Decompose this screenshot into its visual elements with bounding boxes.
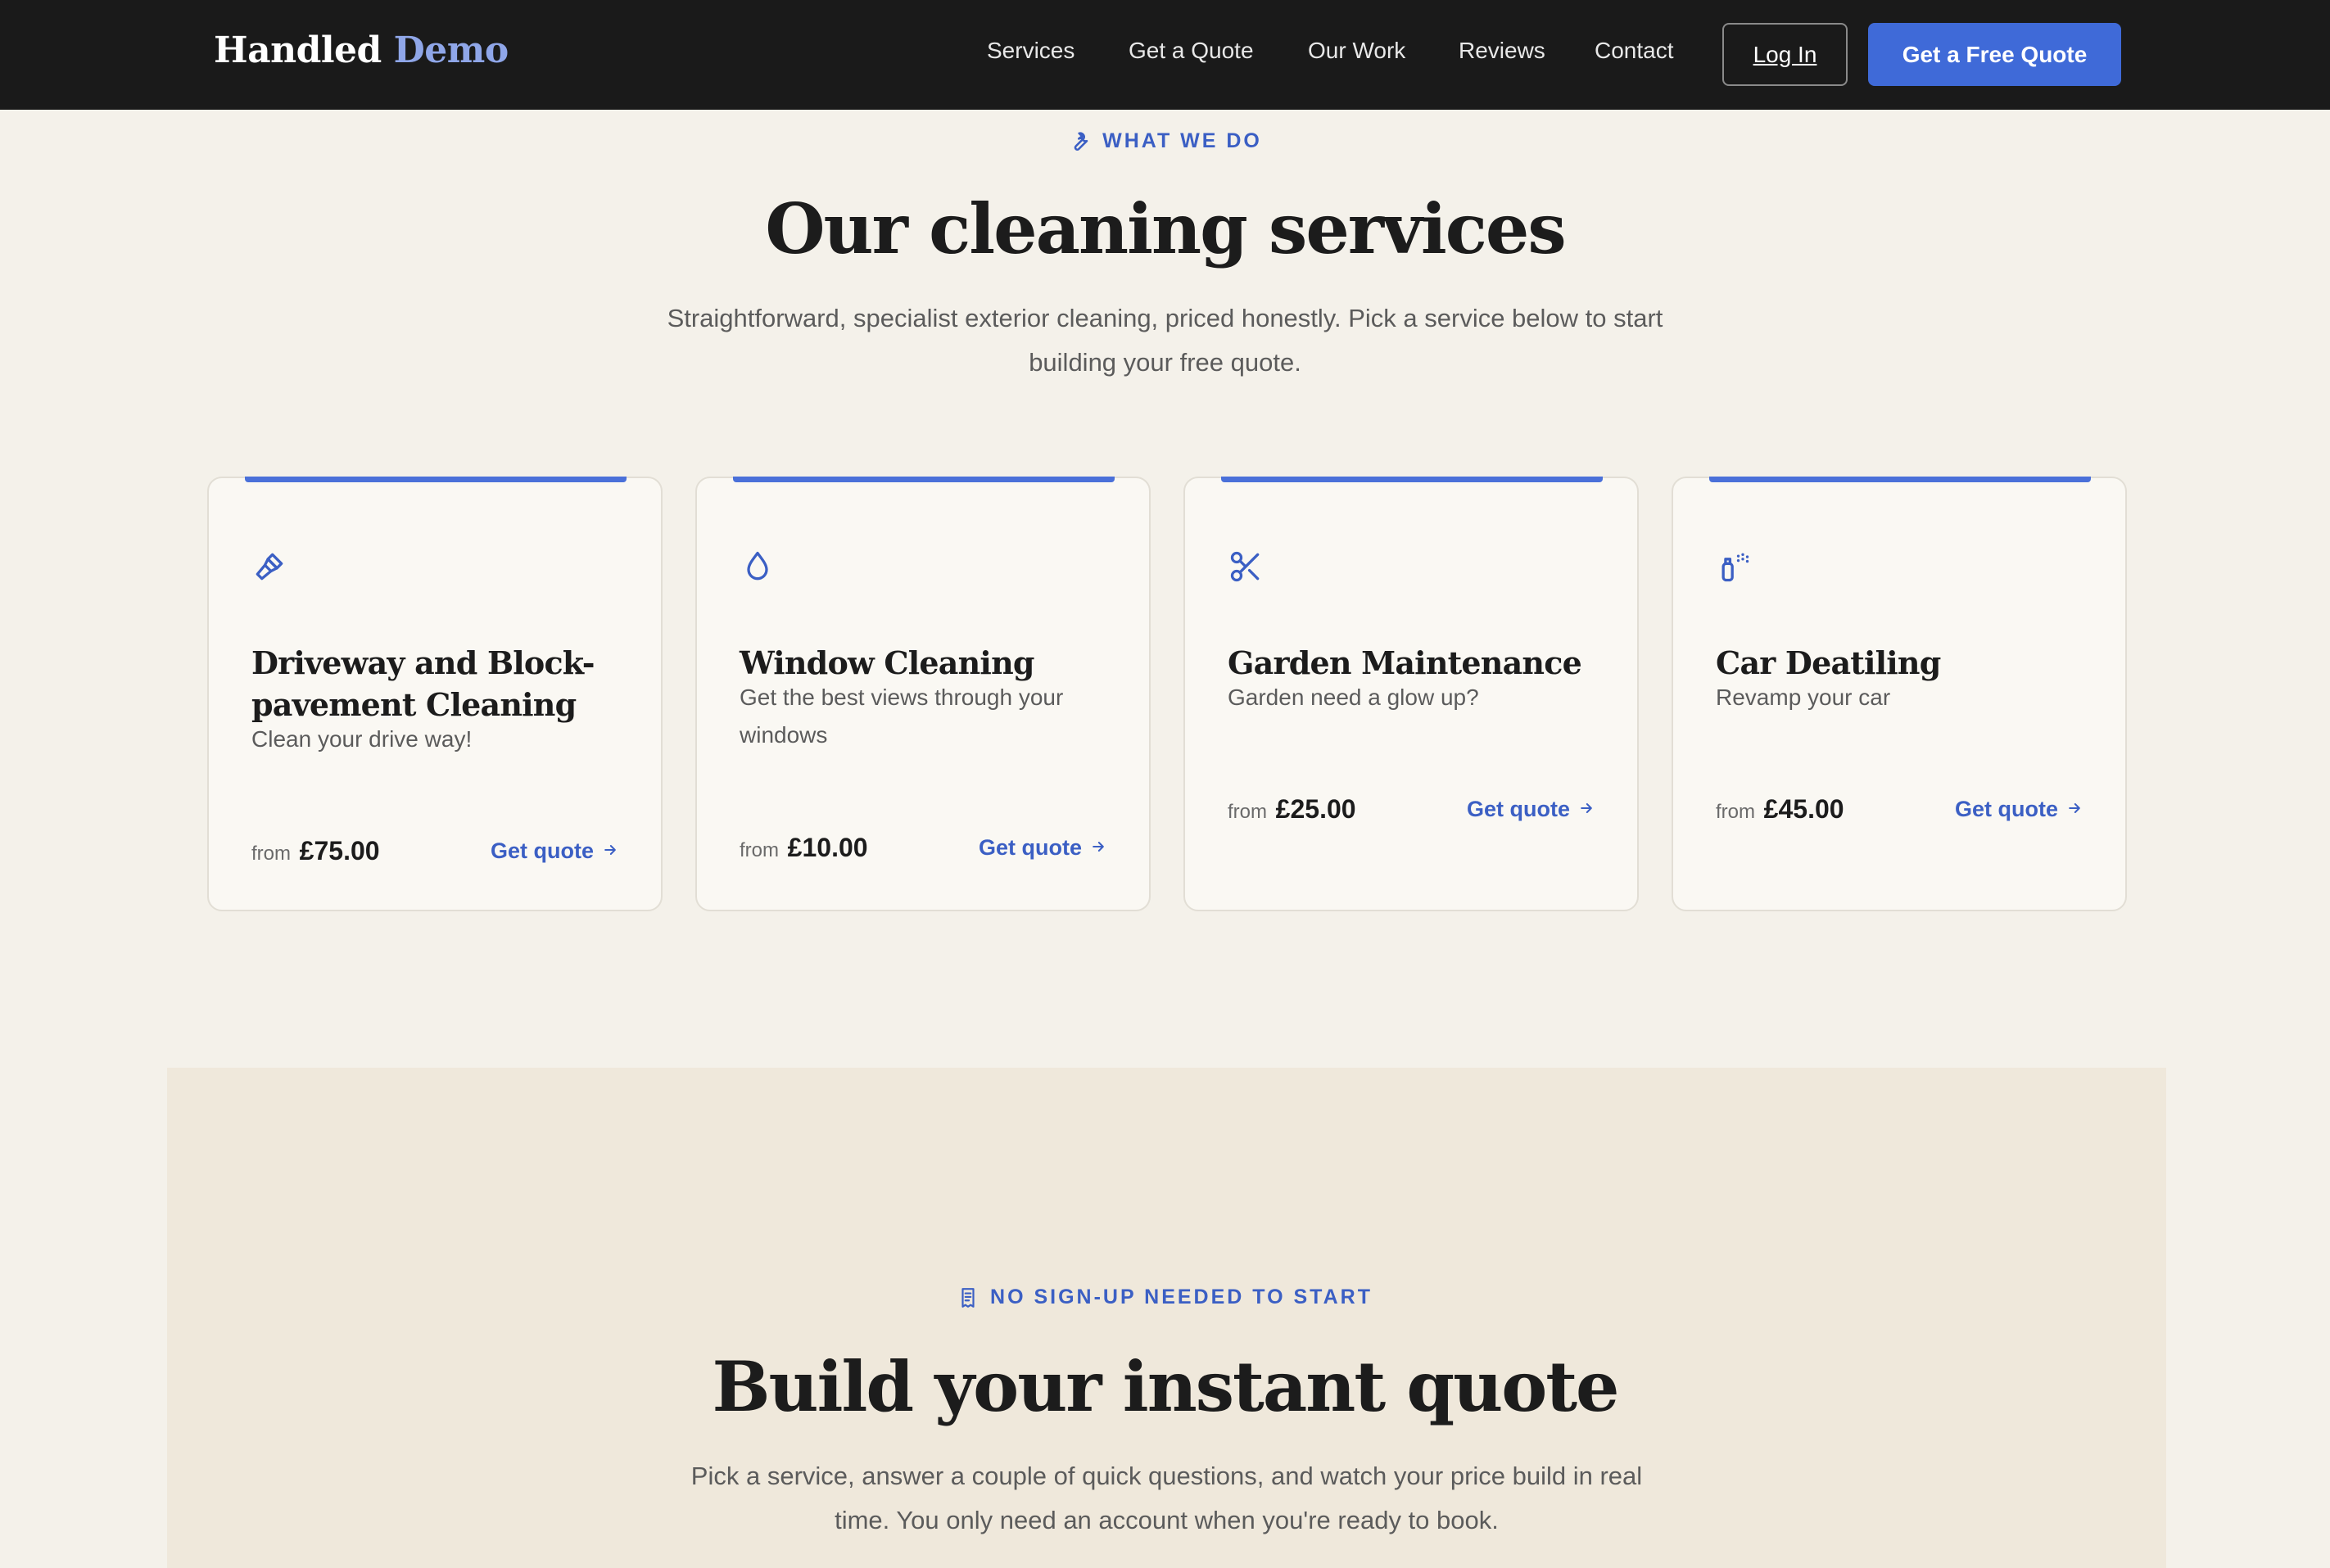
service-card-garden[interactable]: Garden Maintenance Garden need a glow up… bbox=[1183, 477, 1639, 911]
instant-quote-section: NO SIGN-UP NEEDED TO START Build your in… bbox=[167, 1068, 2166, 1568]
nav-link-services[interactable]: Services bbox=[987, 38, 1075, 64]
get-free-quote-button[interactable]: Get a Free Quote bbox=[1868, 23, 2121, 86]
get-quote-label: Get quote bbox=[491, 838, 594, 863]
nav-link-get-a-quote[interactable]: Get a Quote bbox=[1129, 38, 1254, 64]
service-card-window[interactable]: Window Cleaning Get the best views throu… bbox=[695, 477, 1151, 911]
price-prefix: from bbox=[1716, 801, 1755, 823]
arrow-right-icon bbox=[1090, 835, 1106, 861]
get-quote-link[interactable]: Get quote bbox=[1467, 797, 1595, 822]
price-prefix: from bbox=[740, 839, 779, 861]
get-quote-label: Get quote bbox=[979, 835, 1082, 860]
service-price: from £25.00 bbox=[1228, 794, 1356, 825]
services-subtitle: Straightforward, specialist exterior cle… bbox=[491, 296, 1839, 385]
scissors-icon bbox=[1228, 549, 1264, 585]
price-amount: £75.00 bbox=[299, 836, 380, 865]
quote-subtitle: Pick a service, answer a couple of quick… bbox=[524, 1454, 1809, 1543]
receipt-icon bbox=[957, 1286, 979, 1309]
service-description: Garden need a glow up? bbox=[1228, 685, 1479, 710]
price-amount: £25.00 bbox=[1275, 794, 1356, 824]
service-card-driveway[interactable]: Driveway and Block-pavement Cleaning Cle… bbox=[207, 477, 663, 911]
price-prefix: from bbox=[251, 843, 291, 865]
service-title: Window Cleaning bbox=[740, 644, 1034, 681]
price-prefix: from bbox=[1228, 801, 1267, 823]
brush-icon bbox=[251, 549, 287, 585]
services-eyebrow-text: WHAT WE DO bbox=[1102, 129, 1262, 152]
service-title: Driveway and Block-pavement Cleaning bbox=[251, 644, 595, 723]
card-accent-bar bbox=[1709, 477, 2091, 482]
get-quote-link[interactable]: Get quote bbox=[979, 835, 1106, 861]
droplet-icon bbox=[740, 549, 776, 585]
get-quote-link[interactable]: Get quote bbox=[1955, 797, 2083, 822]
services-subtitle-line-1: Straightforward, specialist exterior cle… bbox=[667, 304, 1663, 332]
quote-subtitle-line-2: time. You only need an account when you'… bbox=[835, 1506, 1499, 1534]
service-description: Get the best views through your windows bbox=[740, 685, 1064, 748]
brand-name: Handled bbox=[214, 29, 382, 71]
services-title: Our cleaning services bbox=[765, 188, 1566, 269]
brand-logo[interactable]: Handled Demo bbox=[214, 29, 509, 71]
service-title: Car Deatiling bbox=[1716, 644, 1941, 681]
service-price: from £45.00 bbox=[1716, 794, 1844, 825]
nav-link-contact[interactable]: Contact bbox=[1595, 38, 1674, 64]
arrow-right-icon bbox=[2066, 797, 2083, 822]
quote-eyebrow-text: NO SIGN-UP NEEDED TO START bbox=[990, 1286, 1373, 1308]
quote-title: Build your instant quote bbox=[712, 1346, 1620, 1427]
get-quote-label: Get quote bbox=[1955, 797, 2058, 821]
card-accent-bar bbox=[1221, 477, 1603, 482]
quote-subtitle-line-1: Pick a service, answer a couple of quick… bbox=[690, 1462, 1643, 1490]
nav-link-our-work[interactable]: Our Work bbox=[1308, 38, 1405, 64]
service-price: from £10.00 bbox=[740, 833, 868, 863]
service-card-car[interactable]: Car Deatiling Revamp your car from £45.0… bbox=[1672, 477, 2127, 911]
nav-link-reviews[interactable]: Reviews bbox=[1459, 38, 1545, 64]
price-amount: £10.00 bbox=[787, 833, 868, 862]
service-price: from £75.00 bbox=[251, 836, 380, 866]
services-eyebrow: WHAT WE DO bbox=[0, 129, 2330, 153]
spray-bottle-icon bbox=[1716, 549, 1752, 585]
service-description: Clean your drive way! bbox=[251, 726, 473, 752]
card-accent-bar bbox=[733, 477, 1115, 482]
get-quote-label: Get quote bbox=[1467, 797, 1570, 821]
login-button[interactable]: Log In bbox=[1722, 23, 1848, 86]
top-navigation: Handled Demo Services Get a Quote Our Wo… bbox=[0, 0, 2330, 110]
arrow-right-icon bbox=[1578, 797, 1595, 822]
service-description: Revamp your car bbox=[1716, 685, 1891, 710]
brand-accent: Demo bbox=[393, 29, 509, 71]
quote-eyebrow: NO SIGN-UP NEEDED TO START bbox=[0, 1286, 2330, 1309]
wrench-icon bbox=[1068, 130, 1091, 153]
arrow-right-icon bbox=[602, 838, 618, 864]
card-accent-bar bbox=[245, 477, 627, 482]
services-subtitle-line-2: building your free quote. bbox=[1029, 348, 1301, 377]
service-title: Garden Maintenance bbox=[1228, 644, 1582, 681]
get-quote-link[interactable]: Get quote bbox=[491, 838, 618, 864]
price-amount: £45.00 bbox=[1763, 794, 1844, 824]
